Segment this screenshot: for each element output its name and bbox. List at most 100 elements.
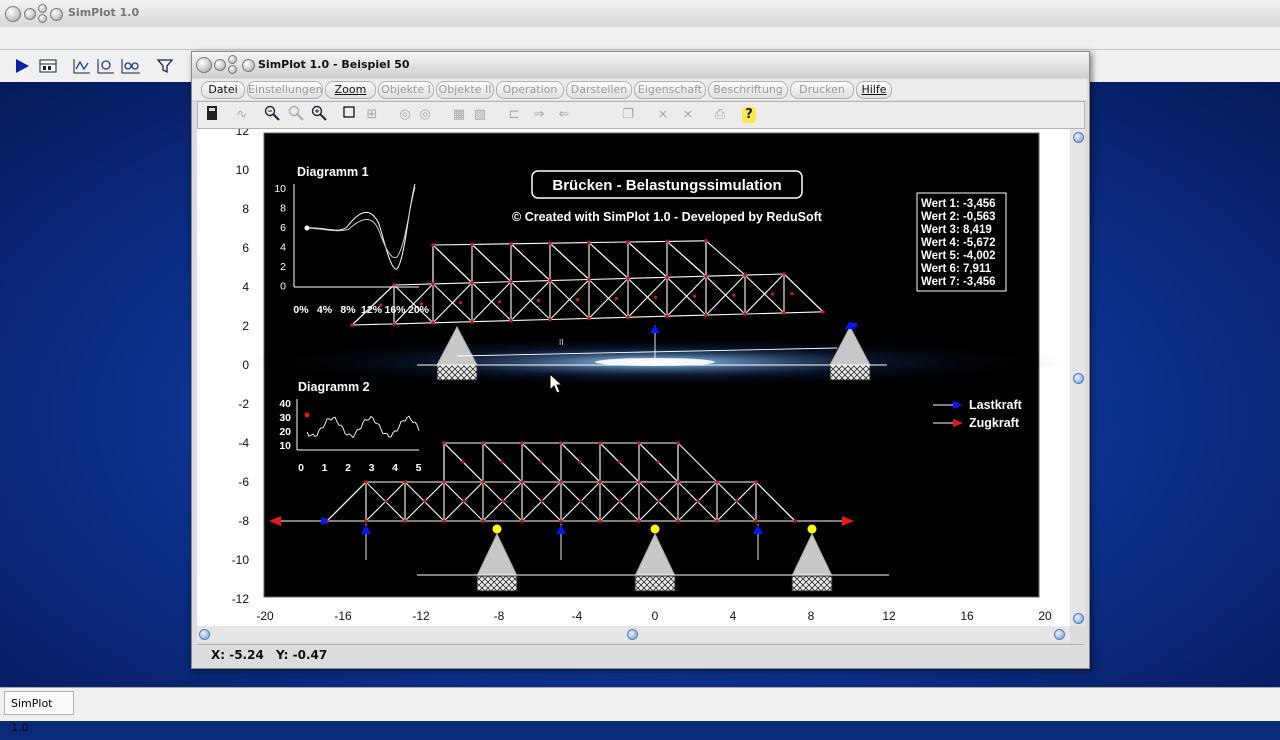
zoom-in-icon[interactable] bbox=[309, 105, 329, 125]
member-force-marker bbox=[614, 296, 619, 300]
top-chord bbox=[471, 243, 512, 245]
upper-support-left-base bbox=[436, 364, 478, 381]
diagram1-y-tick: 2 bbox=[280, 261, 286, 273]
truss-node bbox=[364, 480, 368, 484]
menu-eigenschaft[interactable]: Eigenschaft bbox=[634, 81, 706, 99]
arrow-left-icon[interactable]: ⇐ bbox=[554, 105, 574, 125]
menu-darstellen[interactable]: Darstellen bbox=[566, 81, 632, 99]
truss-node bbox=[676, 519, 680, 523]
truss-node bbox=[392, 322, 396, 326]
maximize-orb-icon[interactable] bbox=[38, 4, 47, 13]
vertical-scrollbar[interactable] bbox=[1071, 129, 1085, 626]
value-row: Wert 3: 8,419 bbox=[921, 224, 992, 236]
menu-zoom[interactable]: Zoom bbox=[325, 81, 376, 99]
truss-node bbox=[754, 519, 758, 523]
cross-2-icon[interactable]: ⨯ bbox=[678, 105, 698, 125]
y-tick-label: -8 bbox=[238, 514, 249, 528]
zoom-out-icon[interactable] bbox=[262, 105, 282, 125]
menu-objekte-i[interactable]: Objekte I bbox=[378, 81, 434, 99]
value-row: Wert 7: -3,456 bbox=[921, 276, 996, 288]
window-toolbar: ∿ ⊞ ◎ ◎ ▦ ▧ ⊏ ⇒ ⇐ ❐ ⨯ ⨯ ⎙ ? bbox=[197, 101, 1085, 129]
taskbar-app-button[interactable]: SimPlot 1.0 bbox=[4, 691, 74, 734]
member-force-marker bbox=[696, 499, 700, 503]
plot-subtitle: © Created with SimPlot 1.0 - Developed b… bbox=[512, 210, 823, 224]
value-row: Wert 4: -5,672 bbox=[921, 237, 996, 249]
print-icon[interactable]: ⎙ bbox=[710, 105, 730, 125]
rect-group-icon[interactable]: ⊞ bbox=[362, 105, 382, 125]
window-restore-orb-icon[interactable] bbox=[228, 65, 237, 74]
menu-drucken[interactable]: Drucken bbox=[790, 81, 854, 99]
help-icon[interactable]: ? bbox=[742, 107, 756, 123]
menu-hilfe[interactable]: Hilfe bbox=[856, 81, 892, 99]
function-plot-icon[interactable] bbox=[96, 57, 116, 77]
window-maximize-orb-icon[interactable] bbox=[228, 55, 237, 64]
horizontal-scrollbar[interactable] bbox=[197, 626, 1070, 642]
truss-node bbox=[559, 441, 563, 445]
rectangle-icon[interactable] bbox=[339, 105, 359, 125]
y-tick-label: -12 bbox=[232, 592, 250, 606]
run-icon[interactable] bbox=[12, 57, 32, 77]
cross-icon[interactable]: ⨯ bbox=[653, 105, 673, 125]
support-label: II bbox=[559, 338, 563, 347]
menu-operation[interactable]: Operation bbox=[496, 81, 564, 99]
align-icon[interactable]: ⊏ bbox=[504, 105, 524, 125]
truss-node bbox=[637, 441, 641, 445]
circle-tool-icon[interactable]: ◎ bbox=[395, 105, 415, 125]
member-force-marker bbox=[539, 460, 543, 464]
truss-node bbox=[665, 275, 669, 280]
grid-icon[interactable]: ▦ bbox=[449, 105, 469, 125]
value-row: Wert 6: 7,911 bbox=[921, 263, 992, 275]
zoom-reset-icon[interactable] bbox=[286, 105, 306, 125]
truss-node bbox=[598, 441, 602, 445]
top-chord bbox=[666, 240, 707, 242]
filter-icon[interactable] bbox=[155, 57, 175, 77]
table-icon[interactable] bbox=[38, 57, 58, 77]
truss-node bbox=[743, 312, 747, 316]
truss-node bbox=[470, 242, 474, 247]
truss-node bbox=[587, 240, 591, 245]
curve-icon[interactable]: ∿ bbox=[232, 105, 252, 125]
scroll-up-button[interactable] bbox=[1073, 132, 1084, 143]
legend-label: Zugkraft bbox=[969, 416, 1020, 430]
close-orb-icon[interactable] bbox=[5, 6, 21, 22]
window-close-orb-icon[interactable] bbox=[196, 57, 212, 73]
image-icon[interactable]: ▧ bbox=[470, 105, 490, 125]
truss-node bbox=[715, 480, 719, 484]
window-minimize-orb-icon[interactable] bbox=[214, 59, 226, 71]
value-row: Wert 2: -0,563 bbox=[921, 211, 996, 223]
scroll-right-button[interactable] bbox=[1054, 629, 1065, 640]
menu-einstellungen[interactable]: Einstellungen bbox=[247, 81, 323, 99]
menu-objekte-ii[interactable]: Objekte II bbox=[436, 81, 494, 99]
dataset-plot-icon[interactable] bbox=[121, 57, 141, 77]
window-title: SimPlot 1.0 - Beispiel 50 bbox=[258, 58, 410, 71]
calculator-icon[interactable] bbox=[202, 105, 222, 125]
truss-node bbox=[481, 519, 485, 523]
truss-node bbox=[637, 480, 641, 484]
scroll-left-button[interactable] bbox=[199, 629, 210, 640]
member-force-marker bbox=[770, 292, 775, 296]
circle-tool-2-icon[interactable]: ◎ bbox=[415, 105, 435, 125]
y-tick-label: 2 bbox=[242, 319, 249, 333]
member-force-marker bbox=[653, 295, 658, 299]
truss-node bbox=[626, 276, 630, 281]
x-tick-label: 4 bbox=[730, 609, 737, 623]
horizontal-scroll-thumb[interactable] bbox=[627, 629, 638, 640]
scroll-down-button[interactable] bbox=[1073, 613, 1084, 624]
arrow-right-icon[interactable]: ⇒ bbox=[529, 105, 549, 125]
truss-node bbox=[520, 519, 524, 523]
app-orb-icon bbox=[50, 8, 63, 21]
copy-icon[interactable]: ❐ bbox=[618, 105, 638, 125]
app-title: SimPlot 1.0 bbox=[68, 6, 140, 19]
menu-beschriftung[interactable]: Beschriftung bbox=[708, 81, 788, 99]
truss-node bbox=[598, 519, 602, 523]
plot-area[interactable]: -20 -16 -12 -8 -4 0 4 8 12 16 20 12 10 8 6 4 2 0 -2 -4 -6 -8-… bbox=[197, 129, 1070, 626]
restore-orb-icon[interactable] bbox=[38, 14, 47, 23]
line-plot-icon[interactable] bbox=[72, 57, 92, 77]
member-force-marker bbox=[462, 499, 466, 503]
truss-node bbox=[520, 480, 524, 484]
minimize-orb-icon[interactable] bbox=[24, 8, 36, 20]
menu-datei[interactable]: Datei bbox=[201, 81, 245, 99]
vertical-scroll-thumb[interactable] bbox=[1073, 373, 1084, 384]
truss-node bbox=[392, 283, 396, 287]
member-force-marker bbox=[536, 299, 541, 303]
